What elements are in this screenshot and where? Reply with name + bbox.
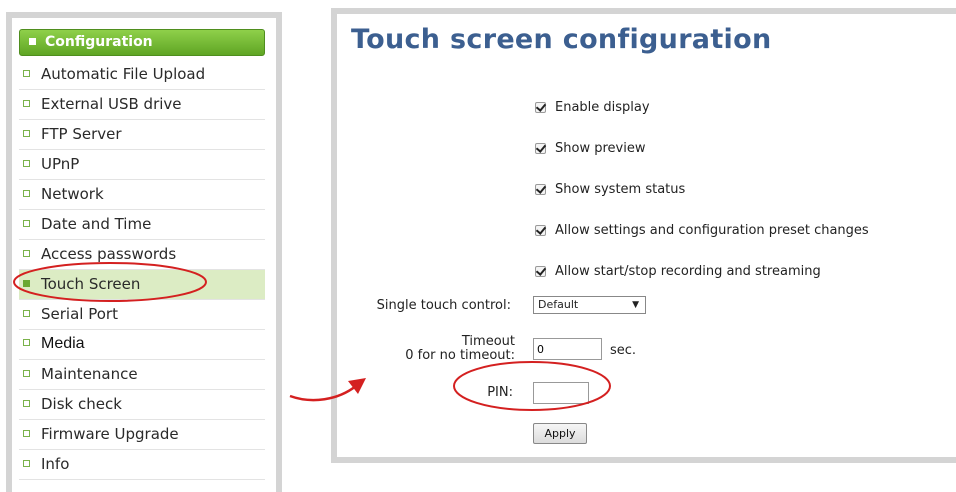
allow-settings-changes-row: Allow settings and configuration preset … [535, 223, 869, 238]
bullet-icon [23, 370, 30, 377]
sidebar-item-label: Firmware Upgrade [41, 425, 179, 443]
sidebar-item-label: FTP Server [41, 125, 122, 143]
bullet-icon [23, 190, 30, 197]
sidebar-item-firmware-upgrade[interactable]: Firmware Upgrade [19, 420, 265, 450]
sidebar-item-label: UPnP [41, 155, 80, 173]
single-touch-label: Single touch control: [376, 298, 511, 313]
sidebar-item-label: Media [41, 335, 85, 352]
sidebar-item-automatic-file-upload[interactable]: Automatic File Upload [19, 60, 265, 90]
dropdown-arrow-icon: ▼ [632, 300, 639, 310]
single-touch-value: Default [538, 298, 579, 311]
single-touch-select[interactable]: Default ▼ [533, 296, 646, 314]
sidebar-item-media[interactable]: Media [19, 330, 265, 360]
timeout-unit: sec. [610, 343, 637, 358]
bullet-icon [23, 220, 30, 227]
sidebar-item-label: Network [41, 185, 104, 203]
bullet-icon [23, 430, 30, 437]
sidebar-item-touch-screen[interactable]: Touch Screen [19, 270, 265, 300]
apply-button[interactable]: Apply [533, 423, 587, 444]
touch-screen-config-panel: Touch screen configuration Enable displa… [331, 8, 956, 463]
bullet-icon [23, 310, 30, 317]
checkbox-label: Allow settings and configuration preset … [555, 223, 869, 238]
bullet-icon [23, 400, 30, 407]
timeout-label: Timeout 0 for no timeout: [405, 335, 515, 363]
bullet-icon [23, 250, 30, 257]
sidebar-item-upnp[interactable]: UPnP [19, 150, 265, 180]
sidebar-item-label: Disk check [41, 395, 122, 413]
sidebar-item-disk-check[interactable]: Disk check [19, 390, 265, 420]
show-preview-checkbox[interactable] [535, 143, 546, 154]
pin-label: PIN: [487, 385, 513, 400]
sidebar-header-label: Configuration [45, 34, 153, 50]
sidebar-item-external-usb-drive[interactable]: External USB drive [19, 90, 265, 120]
allow-start-stop-row: Allow start/stop recording and streaming [535, 264, 821, 279]
enable-display-row: Enable display [535, 100, 650, 115]
checkbox-label: Show preview [555, 141, 646, 156]
square-bullet-icon [29, 38, 36, 45]
pin-input[interactable] [533, 382, 589, 404]
allow-start-stop-checkbox[interactable] [535, 266, 546, 277]
sidebar-item-date-and-time[interactable]: Date and Time [19, 210, 265, 240]
enable-display-checkbox[interactable] [535, 102, 546, 113]
sidebar-item-network[interactable]: Network [19, 180, 265, 210]
sidebar-item-label: Date and Time [41, 215, 152, 233]
bullet-icon [23, 130, 30, 137]
bullet-icon [23, 280, 30, 287]
sidebar-item-label: Serial Port [41, 305, 118, 323]
show-system-status-row: Show system status [535, 182, 685, 197]
checkbox-label: Enable display [555, 100, 650, 115]
bullet-icon [23, 339, 30, 347]
bullet-icon [23, 460, 30, 467]
sidebar-item-maintenance[interactable]: Maintenance [19, 360, 265, 390]
sidebar-item-label: Automatic File Upload [41, 65, 206, 83]
timeout-input[interactable] [533, 338, 602, 360]
sidebar-header-configuration[interactable]: Configuration [19, 29, 265, 56]
sidebar-item-label: Touch Screen [41, 275, 141, 293]
bullet-icon [23, 160, 30, 167]
sidebar-item-serial-port[interactable]: Serial Port [19, 300, 265, 330]
sidebar-item-label: Access passwords [41, 245, 177, 263]
sidebar-item-access-passwords[interactable]: Access passwords [19, 240, 265, 270]
show-preview-row: Show preview [535, 141, 645, 156]
bullet-icon [23, 100, 30, 107]
page-title: Touch screen configuration [351, 24, 772, 55]
bullet-icon [23, 70, 30, 77]
sidebar: Configuration Automatic File Upload Exte… [6, 12, 282, 492]
timeout-label-line1: Timeout [461, 334, 515, 349]
sidebar-item-label: Maintenance [41, 365, 138, 383]
sidebar-item-label: External USB drive [41, 95, 182, 113]
timeout-label-line2: 0 for no timeout: [405, 348, 515, 363]
sidebar-item-label: Info [41, 455, 70, 473]
sidebar-menu: Automatic File Upload External USB drive… [19, 60, 265, 480]
checkbox-label: Show system status [555, 182, 686, 197]
sidebar-item-ftp-server[interactable]: FTP Server [19, 120, 265, 150]
show-system-status-checkbox[interactable] [535, 184, 546, 195]
sidebar-item-info[interactable]: Info [19, 450, 265, 480]
checkbox-label: Allow start/stop recording and streaming [555, 264, 821, 279]
allow-settings-changes-checkbox[interactable] [535, 225, 546, 236]
